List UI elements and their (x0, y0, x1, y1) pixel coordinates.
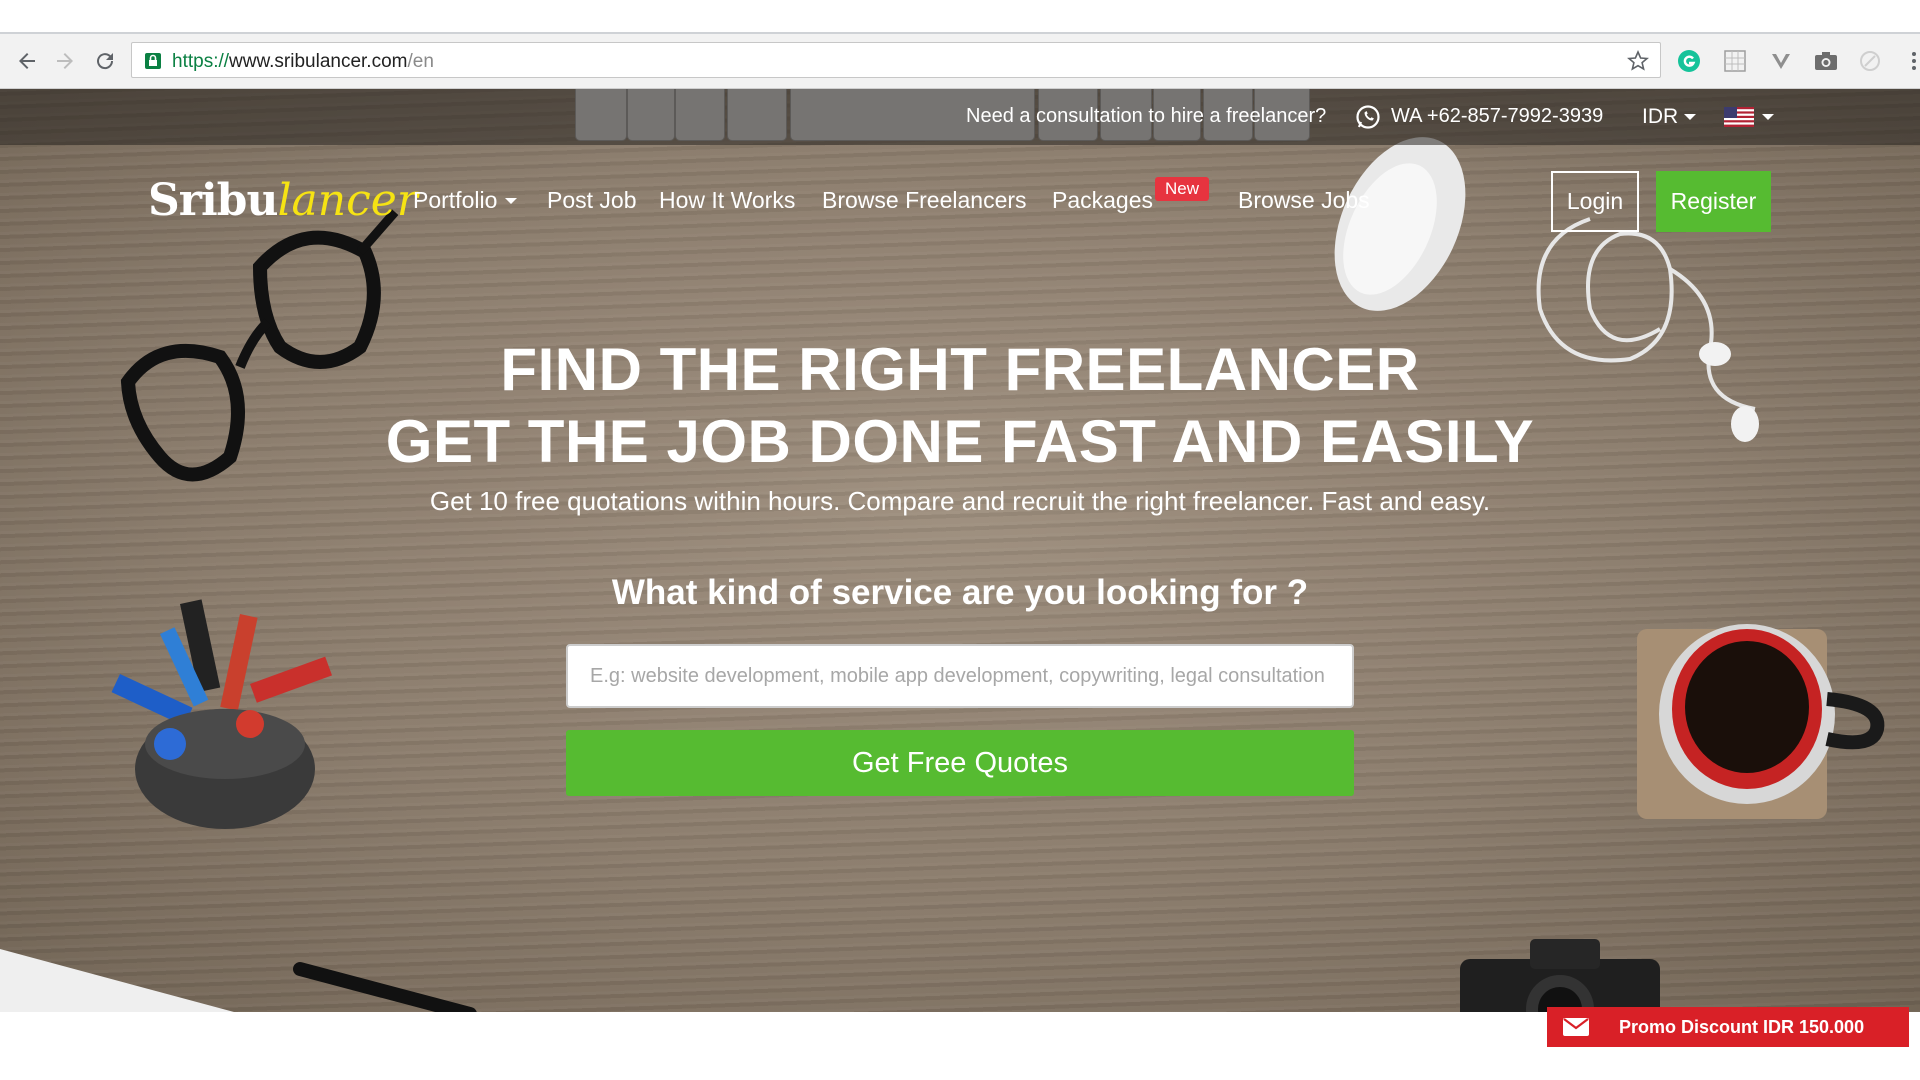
language-selector[interactable] (1724, 107, 1774, 127)
camera-extension-icon[interactable] (1814, 49, 1838, 73)
logo-part-lancer: lancer (277, 175, 418, 226)
chevron-down-icon (1684, 114, 1697, 120)
url-path: /en (407, 51, 434, 72)
promo-discount-bar[interactable]: Promo Discount IDR 150.000 (1547, 1007, 1909, 1047)
pen-holder-decoration (111, 599, 333, 829)
menu-kebab-icon[interactable] (1902, 49, 1920, 73)
grid-extension-icon[interactable] (1723, 49, 1747, 73)
login-button[interactable]: Login (1551, 171, 1639, 232)
envelope-icon (1563, 1018, 1589, 1036)
new-badge: New (1155, 177, 1210, 201)
browser-tabstrip (0, 0, 1920, 34)
sribulancer-logo[interactable]: Sribulancer (148, 175, 418, 226)
service-question: What kind of service are you looking for… (611, 573, 1309, 612)
lock-icon (145, 53, 161, 69)
nav-item-label: Browse Jobs (1238, 187, 1370, 213)
address-bar[interactable]: https://www.sribulancer.com/en (131, 42, 1661, 78)
grammarly-extension-icon[interactable] (1677, 49, 1701, 73)
forward-arrow-icon (57, 53, 73, 69)
top-info-bar (0, 89, 1920, 145)
back-arrow-icon (19, 53, 35, 69)
back-button[interactable] (12, 46, 42, 76)
notebook-decoration (0, 949, 477, 1012)
headline-line-1: FIND THE RIGHT FREELANCER (500, 336, 1420, 403)
bookmark-star-icon[interactable] (1626, 49, 1650, 73)
nav-item-label: Browse Freelancers (822, 187, 1027, 213)
nav-item-portfolio[interactable]: Portfolio (413, 187, 518, 214)
hero-subtitle: Get 10 free quotations within hours. Com… (429, 486, 1491, 516)
service-search-input[interactable] (566, 644, 1354, 708)
logo-part-sribu: Sribu (148, 175, 278, 226)
mouse-decoration (1334, 137, 1466, 311)
chevron-down-icon (1762, 114, 1774, 120)
url-scheme: https:// (172, 51, 230, 72)
get-free-quotes-button[interactable]: Get Free Quotes (566, 730, 1354, 796)
whatsapp-icon (1356, 105, 1380, 129)
url-host: www.sribulancer.com (229, 51, 408, 72)
url-text: https://www.sribulancer.com/en (172, 51, 434, 73)
vimeo-extension-icon[interactable] (1769, 49, 1793, 73)
nav-item-label: Portfolio (413, 187, 498, 213)
nav-item-label: Packages (1052, 187, 1154, 213)
reload-button[interactable] (90, 46, 120, 76)
nav-item-packages[interactable]: Packages (1052, 187, 1153, 214)
hero-section: Need a consultation to hire a freelancer… (0, 89, 1920, 1012)
reload-icon (97, 53, 114, 70)
chevron-down-icon (505, 197, 518, 204)
nav-item-browse-freelancers[interactable]: Browse Freelancers (822, 187, 1027, 214)
currency-selector[interactable]: IDR (1642, 105, 1697, 129)
camera-decoration (1460, 939, 1660, 1012)
currency-label: IDR (1642, 105, 1679, 128)
promo-label: Promo Discount IDR 150.000 (1619, 1016, 1865, 1037)
browser-toolbar: https://www.sribulancer.com/en (0, 34, 1920, 89)
forward-button[interactable] (50, 46, 80, 76)
nav-item-browse-jobs[interactable]: Browse Jobs (1238, 187, 1370, 214)
nav-item-label: How It Works (659, 187, 796, 213)
disabled-extension-icon[interactable] (1858, 49, 1882, 73)
whatsapp-number[interactable]: WA +62-857-7992-3939 (1391, 105, 1603, 128)
consultation-text: Need a consultation to hire a freelancer… (966, 105, 1327, 127)
us-flag-icon (1724, 107, 1754, 127)
register-button[interactable]: Register (1656, 171, 1771, 232)
nav-item-post-job[interactable]: Post Job (547, 187, 637, 214)
nav-item-label: Post Job (547, 187, 637, 213)
headline-line-2: GET THE JOB DONE FAST AND EASILY (385, 408, 1535, 475)
hero-headline: FIND THE RIGHT FREELANCER GET THE JOB DO… (0, 334, 1920, 478)
coffee-cup-decoration (1637, 624, 1885, 819)
nav-item-how-it-works[interactable]: How It Works (659, 187, 795, 214)
